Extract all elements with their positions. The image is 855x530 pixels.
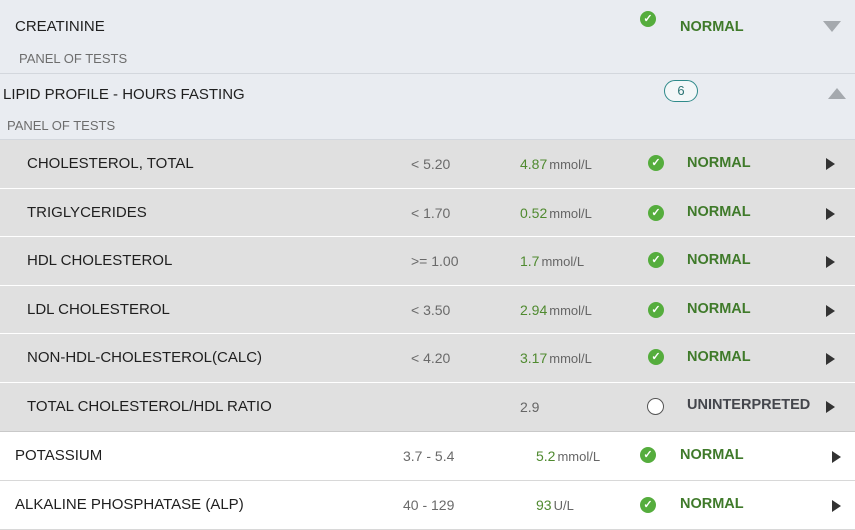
subtest-row[interactable]: HDL CHOLESTEROL >= 1.00 1.7 mmol/L ✓ NORM… [0,237,855,286]
status-label: NORMAL [680,496,744,512]
test-name: LIPID PROFILE - HOURS FASTING [3,86,245,103]
chevron-right-icon[interactable] [826,256,835,268]
check-icon: ✓ [648,204,664,221]
result-value: 2.94 mmol/L [520,301,592,318]
panel-label: PANEL OF TESTS [19,51,128,66]
reference-range: 40 - 129 [403,497,455,513]
status-label: NORMAL [687,252,751,268]
check-icon: ✓ [648,301,664,318]
panel-label: PANEL OF TESTS [7,118,116,133]
result-value: 1.7 mmol/L [520,253,585,269]
status-label: NORMAL [687,155,751,171]
count-badge: 6 [664,80,698,102]
panel-lipid-profile[interactable]: LIPID PROFILE - HOURS FASTING PANEL OF T… [0,74,855,140]
status-label: NORMAL [687,300,751,317]
chevron-right-icon[interactable] [826,353,835,365]
chevron-right-icon[interactable] [826,304,835,317]
check-icon: ✓ [640,11,656,27]
panel-creatinine[interactable]: CREATININE PANEL OF TESTS ✓ NORMAL [0,0,855,74]
result-value: 5.2 mmol/L [536,448,601,464]
test-name: HDL CHOLESTEROL [27,252,173,269]
reference-range: 3.7 - 5.4 [403,448,455,464]
result-value: 3.17 mmol/L [520,350,592,366]
test-row-alp[interactable]: ALKALINE PHOSPHATASE (ALP) 40 - 129 93 U/… [0,481,855,530]
test-name: ALKALINE PHOSPHATASE (ALP) [15,496,244,513]
test-name: LDL CHOLESTEROL [27,300,170,318]
collapse-triangle-icon[interactable] [828,88,846,99]
chevron-right-icon[interactable] [826,158,835,170]
empty-circle-icon [647,397,664,415]
check-icon: ✓ [648,252,664,268]
status-label: NORMAL [687,203,751,220]
status-label: NORMAL [680,447,744,463]
test-name: CREATININE [15,18,105,35]
status-label: NORMAL [687,349,751,365]
chevron-right-icon[interactable] [826,400,835,413]
subtest-row[interactable]: TOTAL CHOLESTEROL/HDL RATIO 2.9 UNINTERP… [0,382,855,432]
chevron-right-icon[interactable] [832,500,841,512]
test-name: POTASSIUM [15,447,103,464]
result-value: 0.52 mmol/L [520,204,592,221]
subtest-row[interactable]: CHOLESTEROL, TOTAL < 5.20 4.87 mmol/L ✓ N… [0,140,855,189]
reference-range: < 1.70 [411,204,451,221]
test-name: TOTAL CHOLESTEROL/HDL RATIO [27,397,272,415]
result-value: 93 U/L [536,497,574,513]
check-icon: ✓ [648,155,664,171]
subtest-row[interactable]: NON-HDL-CHOLESTEROL(CALC) < 4.20 3.17 mmo… [0,334,855,383]
chevron-right-icon[interactable] [826,207,835,220]
status-label: UNINTERPRETED [687,396,811,413]
status-label: NORMAL [680,19,744,35]
reference-range: < 3.50 [411,301,451,318]
check-icon: ✓ [640,447,656,463]
check-icon: ✓ [640,497,656,513]
test-name: CHOLESTEROL, TOTAL [27,155,194,172]
subtest-row[interactable]: TRIGLYCERIDES < 1.70 0.52 mmol/L ✓ NORMAL [0,188,855,237]
result-value: 4.87 mmol/L [520,156,592,172]
test-name: NON-HDL-CHOLESTEROL(CALC) [27,349,263,366]
test-name: TRIGLYCERIDES [27,203,147,221]
subtest-row[interactable]: LDL CHOLESTEROL < 3.50 2.94 mmol/L ✓ NORM… [0,285,855,334]
check-icon: ✓ [648,349,664,365]
reference-range: < 4.20 [411,350,451,366]
reference-range: < 5.20 [411,156,451,172]
result-value: 2.9 [520,398,540,415]
expand-triangle-icon[interactable] [823,21,841,32]
reference-range: >= 1.00 [411,253,459,269]
test-row-potassium[interactable]: POTASSIUM 3.7 - 5.4 5.2 mmol/L ✓ NORMAL [0,432,855,481]
chevron-right-icon[interactable] [832,451,841,463]
